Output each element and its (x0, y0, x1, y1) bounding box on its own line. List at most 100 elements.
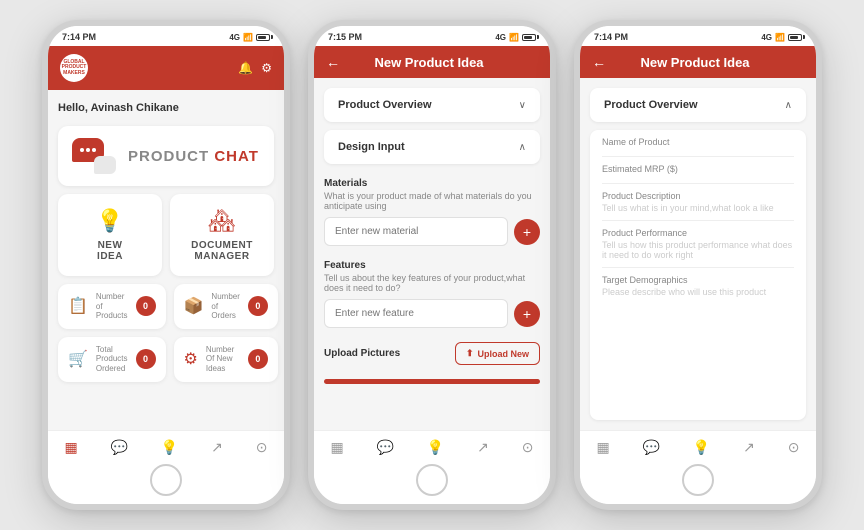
home-nav-icon: ▦ (64, 439, 77, 456)
nav-chat-1[interactable]: 💬 (111, 439, 128, 456)
action-grid: 💡 NEWIDEA 🏘 DOCUMENTMANAGER (58, 194, 274, 276)
materials-label: Materials (324, 172, 540, 191)
chat-bubble-secondary (94, 156, 116, 174)
app-header-2: ← New Product Idea (314, 46, 550, 78)
status-bar-2: 7:15 PM 4G 📶 (314, 26, 550, 46)
bottom-nav-3: ▦ 💬 💡 ↗ ⊙ (580, 430, 816, 462)
chat-dot (80, 148, 84, 152)
chat-icon-group (72, 138, 116, 174)
field-description: Product Description Tell us what is in y… (602, 184, 794, 221)
accordion-overview-3: Product Overview ∧ (590, 88, 806, 122)
accordion-design-header-2[interactable]: Design Input ∧ (324, 130, 540, 164)
upload-btn-label: Upload New (477, 349, 529, 359)
products-icon: 📋 (68, 296, 88, 316)
chevron-up-icon-2: ∧ (519, 142, 526, 153)
product-name-label: Name of Product (602, 137, 794, 147)
demographics-label: Target Demographics (602, 275, 794, 285)
document-icon: 🏘 (208, 208, 236, 234)
phone-2: 7:15 PM 4G 📶 ← New Product Idea Product … (308, 20, 556, 510)
app-header-1: GLOBALPRODUCTMAKERS 🔔 ⚙ (48, 46, 284, 90)
features-input-row: + (324, 299, 540, 328)
signal-2: 4G (495, 33, 506, 42)
demographics-hint: Please describe who will use this produc… (602, 287, 794, 297)
back-arrow-2[interactable]: ← (326, 54, 340, 70)
accordion-overview-2: Product Overview ∨ (324, 88, 540, 122)
accordion-overview-header-2[interactable]: Product Overview ∨ (324, 88, 540, 122)
nav-home-3[interactable]: ▦ (596, 439, 609, 456)
accordion-overview-header-3[interactable]: Product Overview ∧ (590, 88, 806, 122)
document-manager-label: DOCUMENTMANAGER (191, 240, 253, 262)
time-2: 7:15 PM (328, 32, 362, 42)
form-screen-2: Product Overview ∨ Design Input ∧ Materi… (314, 78, 550, 430)
performance-hint: Tell us how this product performance wha… (602, 240, 794, 260)
page-title-2: New Product Idea (340, 55, 518, 70)
nav-home-1[interactable]: ▦ (64, 439, 77, 456)
accordion-design-title-2: Design Input (338, 141, 405, 153)
stat-products: 📋 Numberof Products 0 (58, 284, 166, 329)
upload-button-2[interactable]: ⬆ Upload New (455, 342, 540, 365)
new-idea-card[interactable]: 💡 NEWIDEA (58, 194, 162, 276)
document-manager-card[interactable]: 🏘 DOCUMENTMANAGER (170, 194, 274, 276)
features-input[interactable] (324, 299, 508, 328)
total-ordered-label: Total ProductsOrdered (96, 345, 128, 374)
idea-nav-icon-3: 💡 (693, 439, 710, 456)
home-nav-icon-3: ▦ (596, 439, 609, 456)
materials-input[interactable] (324, 217, 508, 246)
time-3: 7:14 PM (594, 32, 628, 42)
nav-chat-3[interactable]: 💬 (643, 439, 660, 456)
total-ordered-icon: 🛒 (68, 349, 88, 369)
back-arrow-3[interactable]: ← (592, 54, 606, 70)
stat-orders: 📦 Numberof Orders 0 (174, 284, 278, 329)
add-feature-button[interactable]: + (514, 301, 540, 327)
products-label: Numberof Products (96, 292, 128, 321)
product-chat-label: PRODUCT CHAT (128, 148, 259, 165)
features-label: Features (324, 254, 540, 273)
phone-3: 7:14 PM 4G 📶 ← New Product Idea Product … (574, 20, 822, 510)
header-icons-1[interactable]: 🔔 ⚙ (238, 61, 272, 75)
idea-nav-icon-2: 💡 (427, 439, 444, 456)
home-button-1[interactable] (150, 464, 182, 496)
orders-label: Numberof Orders (211, 292, 239, 321)
progress-bar-2 (324, 379, 540, 384)
chevron-up-icon-3: ∧ (785, 100, 792, 111)
home-button-3[interactable] (682, 464, 714, 496)
mrp-label: Estimated MRP ($) (602, 164, 794, 174)
nav-share-2[interactable]: ↗ (477, 439, 489, 456)
chevron-down-icon-2: ∨ (519, 100, 526, 111)
add-material-button[interactable]: + (514, 219, 540, 245)
product-chat-banner[interactable]: PRODUCT CHAT (58, 126, 274, 186)
nav-profile-3[interactable]: ⊙ (788, 439, 800, 456)
chat-dots (80, 148, 96, 152)
new-ideas-icon: ⚙ (184, 349, 198, 369)
nav-idea-3[interactable]: 💡 (693, 439, 710, 456)
phone-1: 7:14 PM 4G 📶 GLOBALPRODUCTMAKERS 🔔 ⚙ Hel… (42, 20, 290, 510)
nav-idea-1[interactable]: 💡 (161, 439, 178, 456)
nav-home-2[interactable]: ▦ (330, 439, 343, 456)
notification-icon[interactable]: 🔔 (238, 61, 253, 75)
accordion-overview-title-3: Product Overview (604, 99, 698, 111)
nav-idea-2[interactable]: 💡 (427, 439, 444, 456)
home-button-2[interactable] (416, 464, 448, 496)
status-bar-1: 7:14 PM 4G 📶 (48, 26, 284, 46)
field-demographics: Target Demographics Please describe who … (602, 268, 794, 304)
profile-nav-icon: ⊙ (256, 439, 268, 456)
nav-share-3[interactable]: ↗ (743, 439, 755, 456)
app-header-3: ← New Product Idea (580, 46, 816, 78)
greeting: Hello, Avinash Chikane (58, 100, 274, 118)
nav-chat-2[interactable]: 💬 (377, 439, 394, 456)
upload-icon: ⬆ (466, 348, 474, 359)
nav-share-1[interactable]: ↗ (211, 439, 223, 456)
chat-nav-icon: 💬 (111, 439, 128, 456)
nav-profile-2[interactable]: ⊙ (522, 439, 534, 456)
time-1: 7:14 PM (62, 32, 96, 42)
bottom-nav-2: ▦ 💬 💡 ↗ ⊙ (314, 430, 550, 462)
stat-new-ideas: ⚙ NumberOf New Ideas 0 (174, 337, 278, 382)
settings-icon[interactable]: ⚙ (261, 61, 272, 75)
nav-profile-1[interactable]: ⊙ (256, 439, 268, 456)
profile-nav-icon-2: ⊙ (522, 439, 534, 456)
upload-row-2: Upload Pictures ⬆ Upload New (324, 336, 540, 371)
orders-icon: 📦 (184, 296, 204, 316)
products-badge: 0 (136, 296, 156, 316)
profile-nav-icon-3: ⊙ (788, 439, 800, 456)
lightbulb-icon: 💡 (96, 208, 123, 234)
